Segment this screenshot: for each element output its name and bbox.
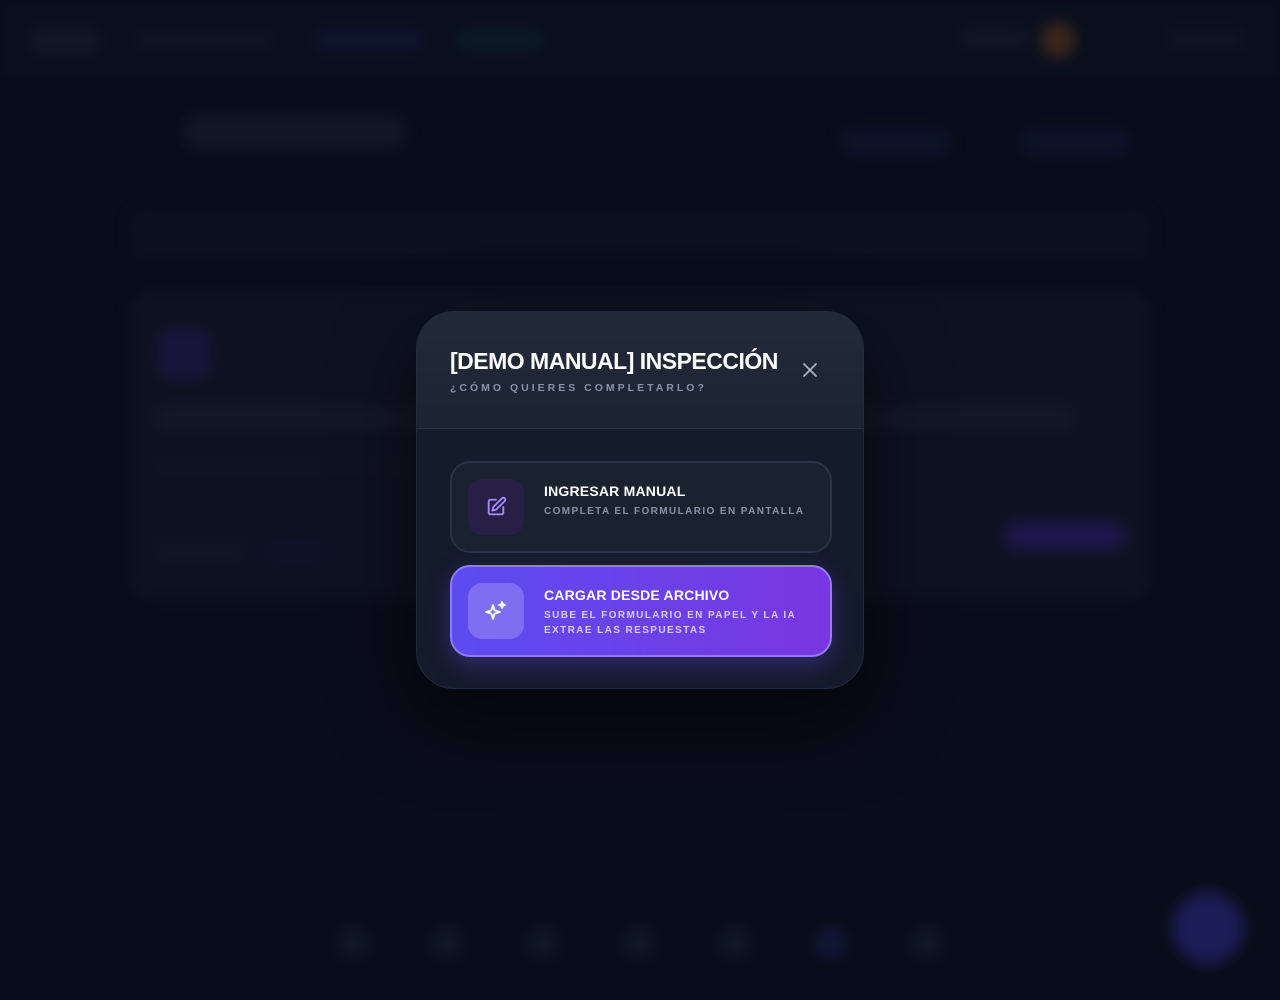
- completion-mode-dialog: [DEMO MANUAL] INSPECCIÓN ¿CÓMO QUIERES C…: [416, 311, 864, 689]
- manual-entry-option[interactable]: INGRESAR MANUAL COMPLETA EL FORMULARIO E…: [450, 461, 832, 553]
- upload-file-title: CARGAR DESDE ARCHIVO: [544, 587, 730, 603]
- dialog-header: [DEMO MANUAL] INSPECCIÓN ¿CÓMO QUIERES C…: [417, 312, 863, 429]
- close-icon: [803, 363, 817, 377]
- upload-file-option[interactable]: CARGAR DESDE ARCHIVO SUBE EL FORMULARIO …: [450, 565, 832, 657]
- close-button[interactable]: [797, 357, 823, 383]
- dialog-title: [DEMO MANUAL] INSPECCIÓN: [450, 348, 778, 374]
- upload-file-description: SUBE EL FORMULARIO EN PAPEL Y LA IA EXTR…: [544, 610, 796, 636]
- edit-icon: [487, 496, 507, 516]
- sparkles-icon: [485, 601, 506, 620]
- upload-file-icon-tile: [468, 583, 524, 639]
- manual-entry-description: COMPLETA EL FORMULARIO EN PANTALLA: [544, 506, 805, 517]
- manual-entry-icon-tile: [468, 479, 524, 535]
- dialog-subtitle: ¿CÓMO QUIERES COMPLETARLO?: [450, 382, 707, 394]
- manual-entry-title: INGRESAR MANUAL: [544, 483, 686, 499]
